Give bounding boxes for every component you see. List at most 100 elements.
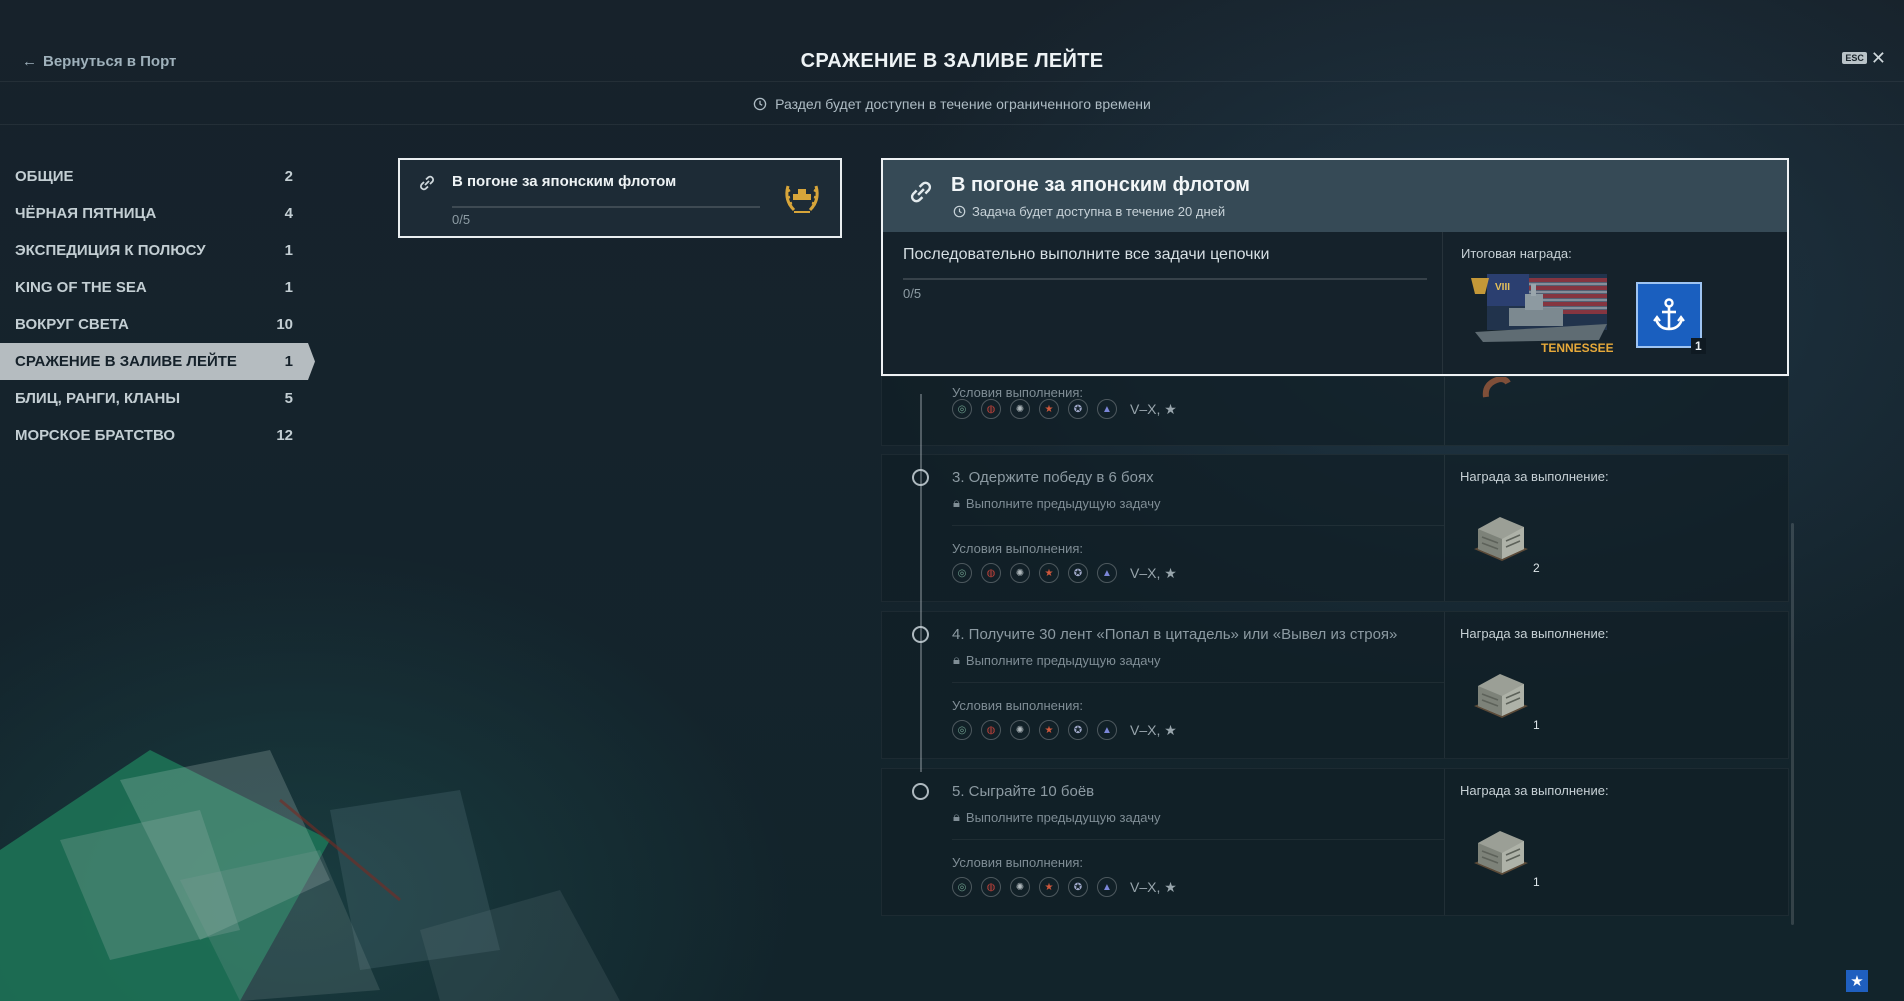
sidebar-item-count: 1 [284, 353, 293, 370]
star-icon[interactable]: ★ [1846, 970, 1868, 992]
chain-card-progress: 0/5 [452, 212, 471, 227]
nation-5-icon: ✪ [1068, 877, 1088, 897]
esc-key-badge: ESC [1842, 52, 1867, 64]
reward-count: 2 [1533, 561, 1540, 575]
nation-3-icon: ✺ [1010, 563, 1030, 583]
nation-5-icon: ✪ [1068, 720, 1088, 740]
nation-4-icon: ★ [1039, 877, 1059, 897]
nation-4-icon: ★ [1039, 720, 1059, 740]
task-lock-status: 🔒︎ Выполните предыдущую задачу [953, 809, 1161, 825]
nation-2-icon: ◍ [981, 877, 1001, 897]
task-info: Условия выполнения: ◎ ◍ ✺ ★ ✪ ▲ V–X, ★ [882, 377, 1445, 445]
lock-icon: 🔒︎ [953, 809, 960, 824]
camouflage-reward-icon [1482, 377, 1511, 398]
task-conditions-label: Условия выполнения: [952, 541, 1083, 556]
divider [952, 839, 1444, 840]
sidebar-item-black-friday[interactable]: ЧЁРНАЯ ПЯТНИЦА 4 [0, 195, 315, 232]
task-info: 3. Одержите победу в 6 боях 🔒︎ Выполните… [882, 455, 1445, 601]
nation-2-icon: ◍ [981, 563, 1001, 583]
clock-icon [953, 205, 966, 218]
close-button[interactable]: ESC ✕ [1842, 48, 1886, 68]
sidebar-item-label: ЭКСПЕДИЦИЯ К ПОЛЮСУ [15, 242, 206, 259]
sidebar-item-label: ЧЁРНАЯ ПЯТНИЦА [15, 205, 157, 222]
chain-link-icon [910, 181, 932, 203]
nation-4-icon: ★ [1039, 399, 1059, 419]
sidebar-item-count: 12 [276, 427, 293, 444]
ship-reward-icon[interactable]: VIII TENNESSEE [1467, 270, 1613, 356]
task-title: 5. Сыграйте 10 боёв [952, 783, 1095, 800]
sidebar-item-king-of-the-sea[interactable]: KING OF THE SEA 1 [0, 269, 315, 306]
task-tier: V–X, ★ [1130, 564, 1177, 581]
sidebar-item-around-the-world[interactable]: ВОКРУГ СВЕТА 10 [0, 306, 315, 343]
task-title: 3. Одержите победу в 6 боях [952, 469, 1154, 486]
ship-name-text: TENNESSEE [1541, 341, 1613, 355]
lock-text: Выполните предыдущую задачу [965, 809, 1161, 825]
task-info: 4. Получите 30 лент «Попал в цитадель» и… [882, 612, 1445, 758]
sidebar-item-count: 1 [284, 279, 293, 296]
sidebar-item-leyte-gulf[interactable]: СРАЖЕНИЕ В ЗАЛИВЕ ЛЕЙТЕ 1 [0, 343, 315, 380]
nation-4-icon: ★ [1039, 563, 1059, 583]
nation-2-icon: ◍ [981, 720, 1001, 740]
mission-progress-bar [903, 278, 1427, 280]
task-lock-status: 🔒︎ Выполните предыдущую задачу [953, 652, 1161, 668]
mission-progress: 0/5 [903, 286, 922, 301]
task-conditions: ◎ ◍ ✺ ★ ✪ ▲ V–X, ★ [952, 563, 1177, 583]
supply-container-icon[interactable] [1470, 509, 1532, 567]
nation-1-icon: ◎ [952, 720, 972, 740]
sidebar-item-label: МОРСКОЕ БРАТСТВО [15, 427, 176, 444]
task-conditions: ◎ ◍ ✺ ★ ✪ ▲ V–X, ★ [952, 877, 1177, 897]
lock-icon: 🔒︎ [953, 652, 960, 667]
sidebar-item-count: 5 [284, 390, 293, 407]
sidebar-item-general[interactable]: ОБЩИЕ 2 [0, 158, 315, 195]
nation-6-icon: ▲ [1097, 720, 1117, 740]
page-title: СРАЖЕНИЕ В ЗАЛИВЕ ЛЕЙТЕ [800, 50, 1104, 72]
category-sidebar: ОБЩИЕ 2 ЧЁРНАЯ ПЯТНИЦА 4 ЭКСПЕДИЦИЯ К ПО… [0, 158, 320, 454]
sidebar-item-polar-expedition[interactable]: ЭКСПЕДИЦИЯ К ПОЛЮСУ 1 [0, 232, 315, 269]
mission-chain-card[interactable]: В погоне за японским флотом 0/5 [398, 158, 842, 238]
task-status-circle [912, 783, 929, 800]
mission-detail-title: В погоне за японским флотом [951, 174, 1250, 196]
mission-description-area: Последовательно выполните все задачи цеп… [883, 232, 1443, 374]
task-item-5[interactable]: 5. Сыграйте 10 боёв 🔒︎ Выполните предыду… [881, 768, 1789, 916]
nation-5-icon: ✪ [1068, 399, 1088, 419]
task-item-3[interactable]: 3. Одержите победу в 6 боях 🔒︎ Выполните… [881, 454, 1789, 602]
nation-6-icon: ▲ [1097, 399, 1117, 419]
task-item-4[interactable]: 4. Получите 30 лент «Попал в цитадель» и… [881, 611, 1789, 759]
mission-detail-panel: В погоне за японским флотом Задача будет… [881, 158, 1789, 376]
sidebar-item-naval-brotherhood[interactable]: МОРСКОЕ БРАТСТВО 12 [0, 417, 315, 454]
chain-link-icon [420, 175, 434, 191]
task-title: 4. Получите 30 лент «Попал в цитадель» и… [952, 626, 1398, 643]
task-conditions: ◎ ◍ ✺ ★ ✪ ▲ V–X, ★ [952, 720, 1177, 740]
supply-container-icon[interactable] [1470, 823, 1532, 881]
task-conditions: ◎ ◍ ✺ ★ ✪ ▲ V–X, ★ [952, 399, 1177, 419]
anchor-icon [1653, 298, 1685, 331]
task-conditions-label: Условия выполнения: [952, 698, 1083, 713]
task-reward-label: Награда за выполнение: [1460, 783, 1609, 798]
close-icon: ✕ [1870, 48, 1886, 68]
task-list-scrollbar[interactable] [1791, 523, 1794, 925]
mission-description: Последовательно выполните все задачи цеп… [903, 246, 1270, 263]
task-reward-label: Награда за выполнение: [1460, 469, 1609, 484]
nation-3-icon: ✺ [1010, 720, 1030, 740]
final-reward-label: Итоговая награда: [1461, 246, 1572, 261]
sidebar-item-blitz-ranks-clans[interactable]: БЛИЦ, РАНГИ, КЛАНЫ 5 [0, 380, 315, 417]
nation-5-icon: ✪ [1068, 563, 1088, 583]
lock-text: Выполните предыдущую задачу [965, 652, 1161, 668]
task-tier: V–X, ★ [1130, 400, 1177, 417]
sidebar-item-count: 2 [284, 168, 293, 185]
time-limited-notice: Раздел будет доступен в течение ограниче… [0, 83, 1904, 125]
divider [952, 525, 1444, 526]
lock-icon: 🔒︎ [953, 495, 960, 510]
nation-1-icon: ◎ [952, 563, 972, 583]
lock-text: Выполните предыдущую задачу [965, 495, 1161, 511]
reward-count: 1 [1533, 718, 1540, 732]
sidebar-item-count: 1 [284, 242, 293, 259]
mission-detail-body: Последовательно выполните все задачи цеп… [883, 232, 1787, 374]
task-item-2: Условия выполнения: ◎ ◍ ✺ ★ ✪ ▲ V–X, ★ [881, 376, 1789, 446]
chain-card-title: В погоне за японским флотом [452, 173, 677, 190]
supply-container-icon[interactable] [1470, 666, 1532, 724]
laurel-emblem-icon [785, 185, 819, 213]
nation-1-icon: ◎ [952, 877, 972, 897]
task-timeline-line [920, 394, 922, 772]
task-tier: V–X, ★ [1130, 878, 1177, 895]
